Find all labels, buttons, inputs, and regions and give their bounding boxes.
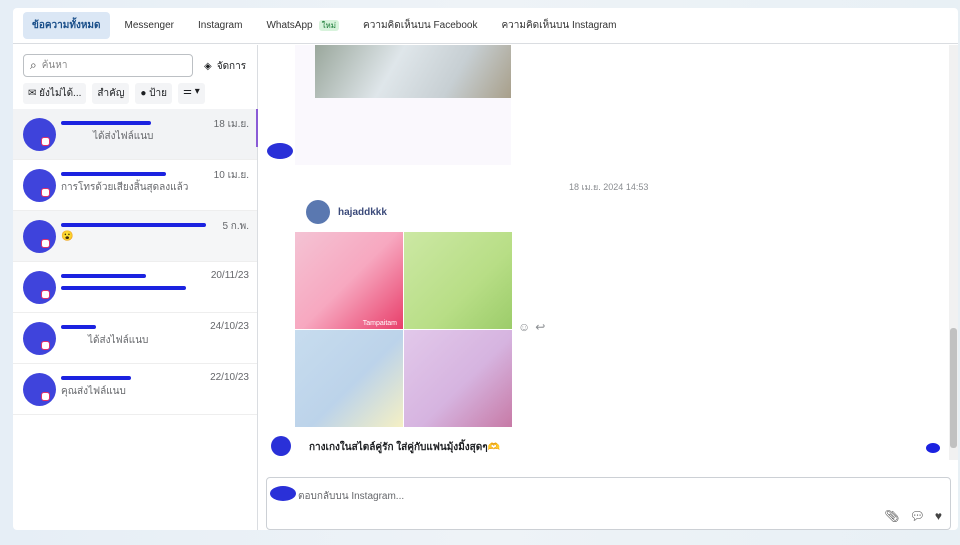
manage-label: จัดการ bbox=[216, 61, 247, 72]
search-icon: ⌕ bbox=[30, 58, 37, 72]
avatar bbox=[267, 143, 293, 159]
redacted-preview bbox=[61, 286, 186, 290]
sender-avatar bbox=[306, 200, 330, 224]
conversation-sidebar: ⌕ ค้นหา ◈ จัดการ ✉ ยังไม่ได้... สำคัญ ● ป้… bbox=[13, 45, 258, 530]
conversation-item[interactable]: ได้ส่งไฟล์แนบ 18 เม.ย. bbox=[13, 109, 258, 160]
image-watermark: Tampaitam bbox=[362, 320, 397, 327]
filter-unread[interactable]: ✉ ยังไม่ได้... bbox=[23, 83, 87, 104]
message-preview: 😮 bbox=[61, 231, 74, 242]
redacted-name bbox=[61, 376, 131, 380]
search-input[interactable]: ⌕ ค้นหา bbox=[23, 54, 193, 77]
redacted-name bbox=[61, 325, 96, 329]
heart-icon[interactable]: ♥ bbox=[935, 509, 942, 523]
instagram-icon bbox=[41, 188, 50, 197]
scrollbar[interactable] bbox=[949, 45, 958, 460]
conversation-item[interactable]: คุณส่งไฟล์แนบ 22/10/23 bbox=[13, 364, 257, 415]
message-preview: ได้ส่งไฟล์แนบ bbox=[88, 335, 149, 346]
video-thumbnail[interactable] bbox=[315, 45, 511, 98]
conversation-date: 20/11/23 bbox=[210, 270, 249, 281]
saved-replies-icon[interactable]: 💬︎ bbox=[910, 509, 925, 523]
reply-placeholder: ตอบกลับบน Instagram... bbox=[298, 491, 405, 502]
message-timestamp: 18 เม.ย. 2024 14:53 bbox=[569, 182, 649, 192]
shared-post-image[interactable]: Tampaitam bbox=[295, 232, 512, 427]
conversation-item[interactable]: การโทรด้วยเสียงสิ้นสุดลงแล้ว 10 เม.ย. bbox=[13, 160, 257, 211]
new-badge: ใหม่ bbox=[318, 20, 340, 31]
conversation-date: 18 เม.ย. bbox=[213, 119, 249, 130]
reply-input[interactable]: ตอบกลับบน Instagram... 📎︎ 💬︎ ♥ bbox=[266, 477, 951, 530]
filter-settings-button[interactable]: ⚌ ▾ bbox=[178, 83, 205, 104]
tag-icon: ● bbox=[140, 88, 150, 99]
conversation-date: 24/10/23 bbox=[210, 321, 249, 332]
tab-instagram[interactable]: Instagram bbox=[189, 14, 251, 37]
layers-icon: ◈ bbox=[204, 61, 212, 72]
instagram-icon bbox=[41, 137, 50, 146]
avatar bbox=[23, 373, 56, 406]
conversation-date: 22/10/23 bbox=[210, 372, 249, 383]
tab-bar: ข้อความทั้งหมด Messenger Instagram Whats… bbox=[13, 8, 958, 44]
avatar bbox=[23, 220, 56, 253]
tab-facebook-comments[interactable]: ความคิดเห็นบน Facebook bbox=[354, 12, 486, 39]
instagram-icon bbox=[41, 239, 50, 248]
inbox-panel: ข้อความทั้งหมด Messenger Instagram Whats… bbox=[13, 8, 958, 530]
sliders-icon: ⚌ ▾ bbox=[183, 86, 200, 97]
filter-labels[interactable]: ● ป้าย bbox=[135, 83, 172, 104]
tab-instagram-comments[interactable]: ความคิดเห็นบน Instagram bbox=[492, 12, 625, 39]
chat-thread: 18 เม.ย. 2024 14:53 hajaddkkk Tampaitam … bbox=[259, 45, 958, 530]
redacted-name bbox=[61, 223, 206, 227]
manage-button[interactable]: ◈ จัดการ bbox=[204, 59, 246, 74]
avatar bbox=[23, 169, 56, 202]
redacted-name bbox=[61, 274, 146, 278]
redacted-name bbox=[61, 121, 151, 125]
conversation-item[interactable]: 20/11/23 bbox=[13, 262, 257, 313]
instagram-icon bbox=[41, 392, 50, 401]
avatar bbox=[271, 436, 291, 456]
message-preview: การโทรด้วยเสียงสิ้นสุดลงแล้ว bbox=[61, 182, 189, 193]
message-caption: กางเกงในสไตล์คู่รัก ใส่คู่กับแฟนมุ้งมิ้ง… bbox=[309, 442, 501, 453]
tab-all-messages[interactable]: ข้อความทั้งหมด bbox=[23, 12, 110, 39]
avatar bbox=[23, 271, 56, 304]
conversation-item[interactable]: 😮 5 ก.พ. bbox=[13, 211, 257, 262]
tab-label: WhatsApp bbox=[266, 20, 313, 31]
filter-label: ป้าย bbox=[149, 88, 167, 99]
instagram-icon bbox=[41, 290, 50, 299]
avatar bbox=[23, 322, 56, 355]
message-preview: คุณส่งไฟล์แนบ bbox=[61, 386, 126, 397]
search-placeholder: ค้นหา bbox=[41, 60, 68, 71]
seen-avatar bbox=[926, 443, 940, 453]
message-preview: ได้ส่งไฟล์แนบ bbox=[93, 131, 154, 142]
reply-icon[interactable]: ↩ bbox=[535, 320, 545, 334]
shared-post-sender[interactable]: hajaddkkk bbox=[306, 200, 387, 224]
paperclip-icon[interactable]: 📎︎ bbox=[884, 509, 899, 523]
tab-whatsapp[interactable]: WhatsApp ใหม่ bbox=[257, 13, 348, 38]
react-icon[interactable]: ☺ bbox=[518, 320, 530, 334]
redacted-name bbox=[61, 172, 166, 176]
scrollbar-thumb[interactable] bbox=[950, 328, 957, 448]
conversation-list: ได้ส่งไฟล์แนบ 18 เม.ย. การโทรด้วยเสียงสิ้… bbox=[13, 109, 258, 415]
instagram-icon bbox=[41, 341, 50, 350]
conversation-item[interactable]: ได้ส่งไฟล์แนบ 24/10/23 bbox=[13, 313, 257, 364]
conversation-date: 5 ก.พ. bbox=[222, 221, 249, 232]
conversation-date: 10 เม.ย. bbox=[213, 170, 249, 181]
avatar bbox=[270, 486, 296, 501]
sender-name: hajaddkkk bbox=[338, 206, 387, 218]
filter-important[interactable]: สำคัญ bbox=[92, 83, 130, 104]
avatar bbox=[23, 118, 56, 151]
tab-messenger[interactable]: Messenger bbox=[116, 14, 183, 37]
filter-label: ยังไม่ได้... bbox=[39, 88, 82, 99]
envelope-icon: ✉ bbox=[28, 88, 40, 99]
